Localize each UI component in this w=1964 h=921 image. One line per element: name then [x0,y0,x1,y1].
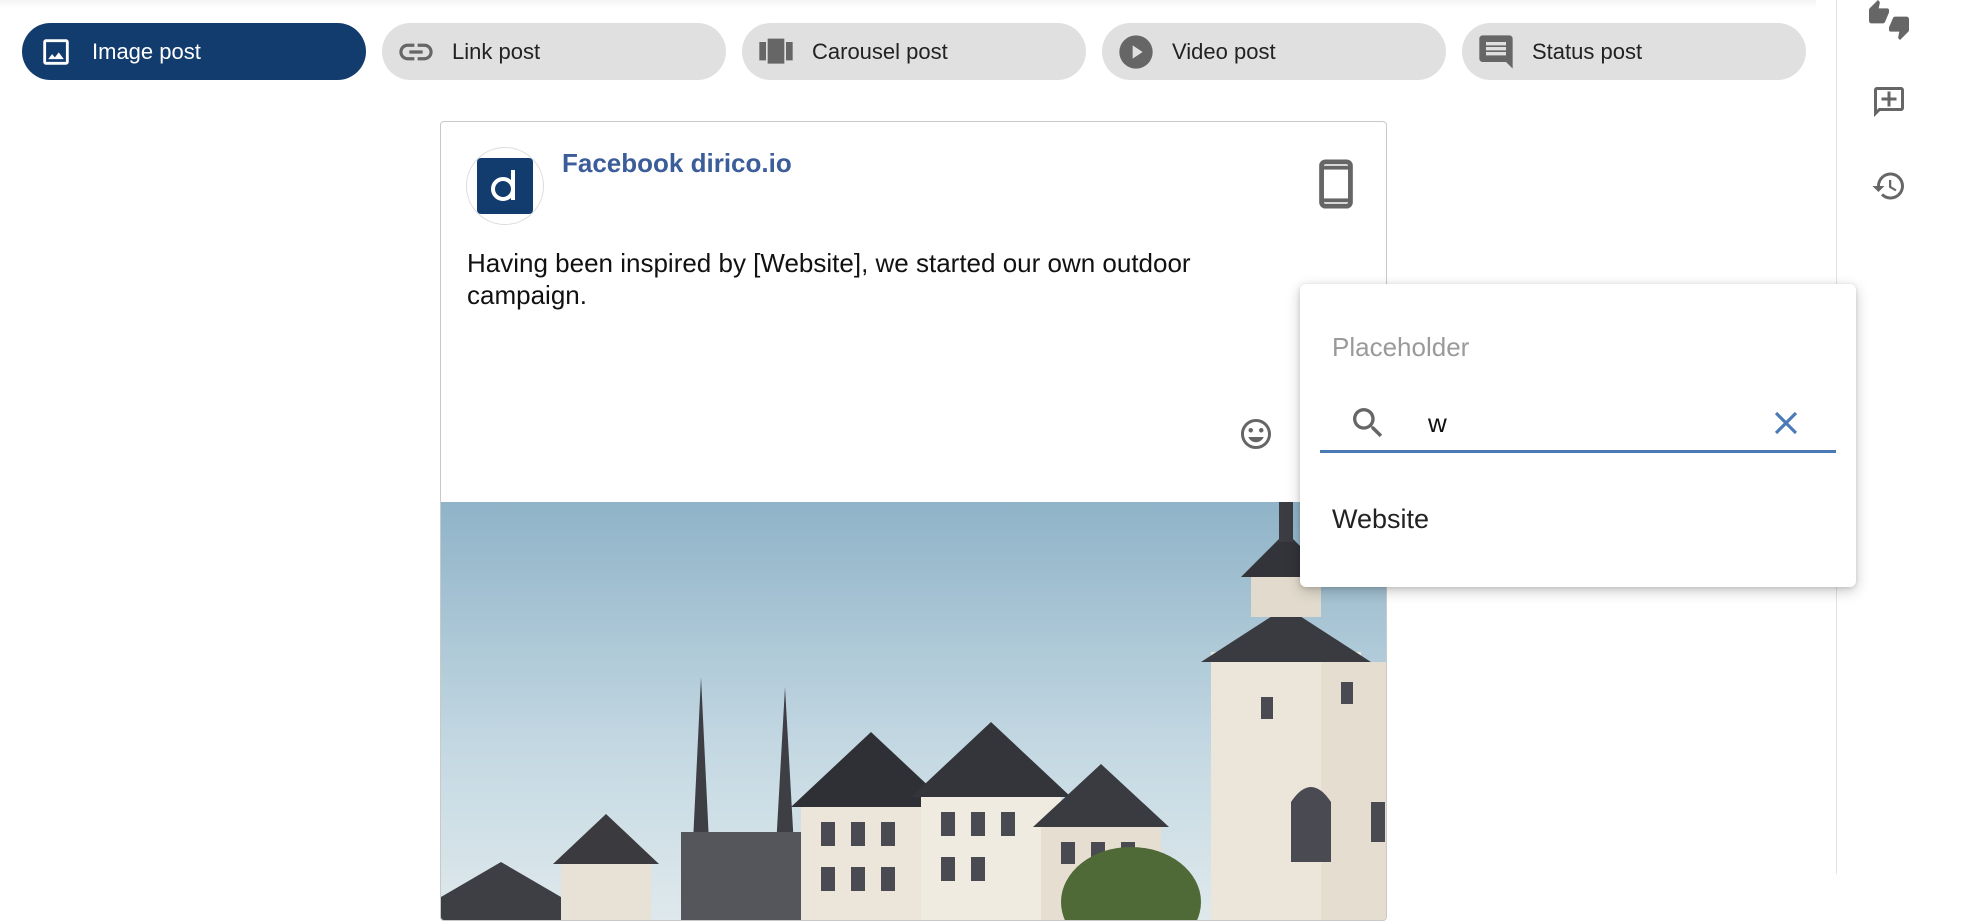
thumbs-up-down-icon[interactable] [1869,0,1909,40]
history-icon[interactable] [1869,166,1909,206]
placeholder-search-input[interactable] [1428,403,1728,443]
play-icon [1116,32,1156,72]
avatar [466,147,544,225]
placeholder-search [1320,397,1836,453]
page-name[interactable]: Facebook dirico.io [562,148,792,179]
placeholder-dropdown: Placeholder Website [1300,284,1856,587]
add-comment-icon[interactable] [1869,82,1909,122]
chip-label: Carousel post [812,38,948,64]
mobile-phone-icon[interactable] [1316,159,1356,209]
page-logo-icon [477,158,533,214]
dropdown-title: Placeholder [1332,332,1470,362]
post-image [441,502,1386,920]
image-icon [36,32,76,72]
image-post-chip[interactable]: Image post [22,23,366,80]
post-text[interactable]: Having been inspired by [Website], we st… [467,247,1297,311]
carousel-icon [756,32,796,72]
search-icon [1346,401,1390,445]
link-post-chip[interactable]: Link post [382,23,726,80]
post-type-selector: Image post Link post Carousel post Video… [0,0,1830,100]
post-preview-card: Facebook dirico.io Having been inspired … [440,121,1387,921]
chip-label: Link post [452,38,541,64]
status-post-chip[interactable]: Status post [1462,23,1806,80]
chip-label: Image post [92,38,201,64]
placeholder-option-website[interactable]: Website [1332,504,1429,535]
emoji-icon[interactable] [1237,415,1275,453]
video-post-chip[interactable]: Video post [1102,23,1446,80]
comment-icon [1476,32,1516,72]
link-icon [396,32,436,72]
chip-label: Video post [1172,38,1276,64]
carousel-post-chip[interactable]: Carousel post [742,23,1086,80]
close-icon[interactable] [1766,403,1806,443]
chip-label: Status post [1532,38,1643,64]
